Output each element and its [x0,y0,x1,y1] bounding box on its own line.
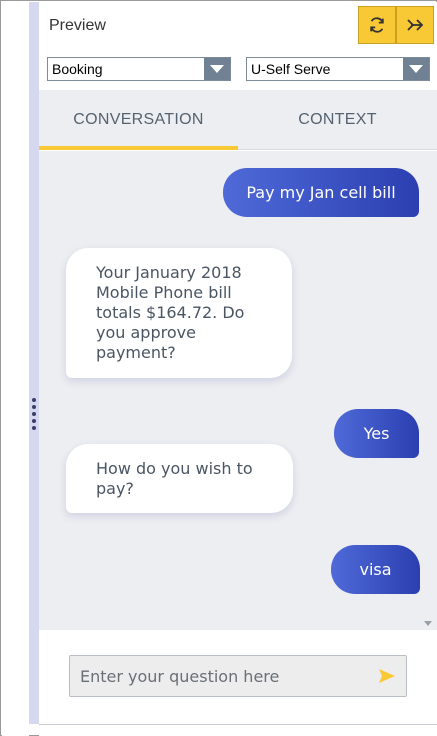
user-message: Yes [334,409,419,458]
question-input[interactable] [70,656,368,696]
tab-bar: CONVERSATION CONTEXT [39,90,437,150]
arrow-right-icon [407,19,424,31]
resize-strip[interactable] [29,2,39,724]
left-rail [2,2,29,736]
conversation-area[interactable]: Pay my Jan cell bill Your January 2018 M… [39,151,437,630]
tab-context[interactable]: CONTEXT [238,90,437,150]
send-icon [379,669,395,683]
preview-window: Preview Booking U-Self Serve CONVERSATIO… [0,0,437,736]
refresh-button[interactable] [358,6,396,44]
bot-message: Your January 2018 Mobile Phone bill tota… [66,248,292,378]
divider [39,724,437,725]
send-button[interactable] [368,656,406,696]
header: Preview [39,2,437,50]
input-area [39,630,437,724]
booking-select-value: Booking [52,61,103,77]
selector-bar: Booking U-Self Serve [39,50,437,90]
panel-title: Preview [49,17,106,34]
chevron-down-icon[interactable] [403,58,429,80]
user-message: visa [331,545,420,594]
question-field[interactable] [69,655,407,697]
drag-handle-icon[interactable] [31,398,37,430]
refresh-icon [370,17,384,33]
channel-select[interactable]: U-Self Serve [246,57,430,81]
bot-message: How do you wish to pay? [66,444,293,513]
booking-select[interactable]: Booking [47,57,231,81]
user-message: Pay my Jan cell bill [223,168,419,217]
preview-panel: Preview Booking U-Self Serve CONVERSATIO… [39,2,437,736]
tab-conversation[interactable]: CONVERSATION [39,90,238,150]
channel-select-value: U-Self Serve [251,61,331,77]
active-tab-indicator [39,146,238,150]
expand-button[interactable] [396,6,434,44]
chevron-down-icon[interactable] [204,58,230,80]
scroll-down-icon[interactable] [423,619,433,627]
